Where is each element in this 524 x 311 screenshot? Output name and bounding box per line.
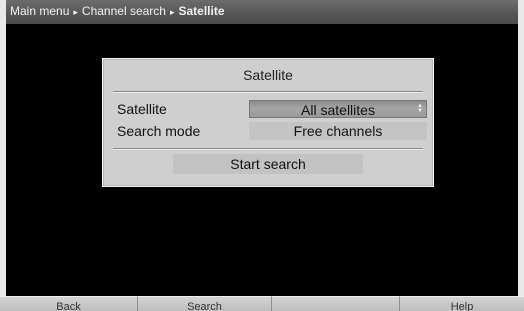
breadcrumb-satellite: Satellite [178, 4, 225, 18]
yellow-key-button[interactable] [272, 296, 400, 311]
satellite-label: Satellite [117, 101, 167, 117]
breadcrumb-channel-search[interactable]: Channel search [82, 4, 166, 18]
search-mode-value: Free channels [293, 123, 383, 139]
function-key-bar: Back Search Help [0, 296, 524, 311]
action-divider [113, 148, 423, 150]
search-button[interactable]: Search [138, 296, 272, 311]
start-search-button[interactable]: Start search [173, 154, 363, 174]
satellite-select[interactable]: All satellites ▲ ▼ [249, 100, 427, 118]
help-button[interactable]: Help [400, 296, 524, 311]
title-divider [113, 91, 423, 93]
search-mode-select[interactable]: Free channels [249, 122, 427, 140]
satellite-select-value: All satellites [301, 102, 375, 118]
breadcrumb: Main menu ▸ Channel search ▸ Satellite [6, 0, 518, 24]
search-mode-label: Search mode [117, 123, 201, 139]
breadcrumb-main-menu[interactable]: Main menu [10, 4, 69, 18]
breadcrumb-separator-icon: ▸ [169, 7, 175, 17]
tv-screen: Main menu ▸ Channel search ▸ Satellite Satel… [6, 0, 518, 311]
up-down-arrows-icon: ▲ ▼ [417, 103, 423, 114]
dialog-title: Satellite [243, 67, 293, 83]
back-button[interactable]: Back [0, 296, 138, 311]
breadcrumb-separator-icon: ▸ [73, 7, 78, 17]
satellite-search-dialog: Satellite Satellite All satellites ▲ ▼ Se… [102, 58, 434, 187]
